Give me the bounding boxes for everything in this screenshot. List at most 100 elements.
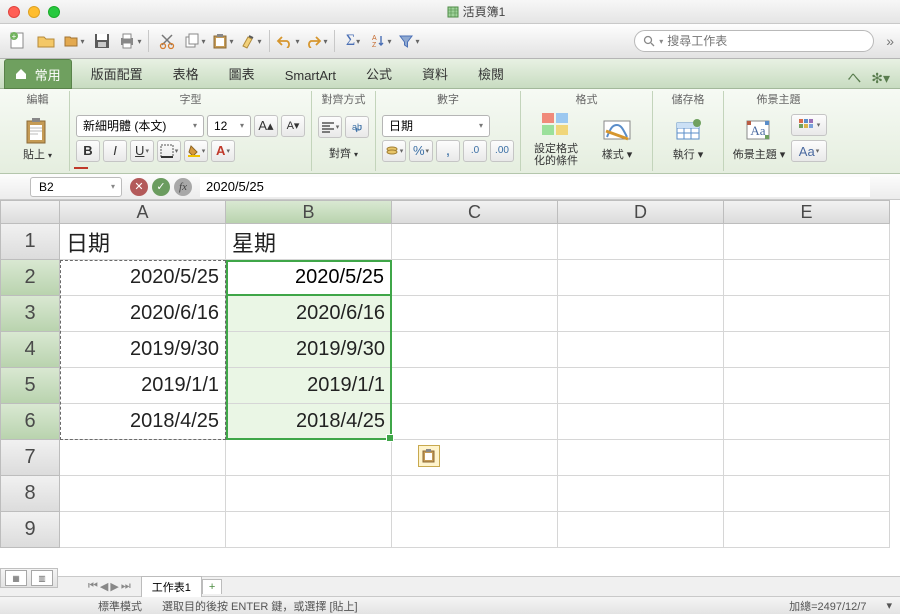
fx-button[interactable]: fx: [174, 178, 192, 196]
decrease-font-button[interactable]: A▾: [281, 115, 305, 137]
comma-button[interactable]: ,: [436, 140, 460, 162]
undo-button[interactable]: [276, 29, 300, 53]
cell-A9[interactable]: [60, 512, 226, 548]
cell-C1[interactable]: [392, 224, 558, 260]
cell-B1[interactable]: 星期: [226, 224, 392, 260]
save-button[interactable]: [90, 29, 114, 53]
italic-button[interactable]: I: [103, 140, 127, 162]
row-header-1[interactable]: 1: [0, 224, 60, 260]
select-all-corner[interactable]: [0, 200, 60, 224]
row-header-8[interactable]: 8: [0, 476, 60, 512]
sheet-nav-first[interactable]: ⏮: [88, 580, 98, 593]
cell-C8[interactable]: [392, 476, 558, 512]
cell-C7[interactable]: [392, 440, 558, 476]
row-header-4[interactable]: 4: [0, 332, 60, 368]
sheet-nav-next[interactable]: ▶: [110, 580, 118, 593]
cell-C4[interactable]: [392, 332, 558, 368]
formula-input[interactable]: [200, 177, 870, 197]
cell-D3[interactable]: [558, 296, 724, 332]
cell-C3[interactable]: [392, 296, 558, 332]
close-window-button[interactable]: [8, 6, 20, 18]
autosum-button[interactable]: Σ: [341, 29, 365, 53]
cell-C2[interactable]: [392, 260, 558, 296]
decrease-decimal-button[interactable]: .00: [490, 140, 514, 162]
sheet-tab-1[interactable]: 工作表1: [141, 576, 202, 597]
normal-view-button[interactable]: ▦: [5, 570, 27, 586]
align-left-button[interactable]: [318, 116, 342, 138]
toolbar-overflow-button[interactable]: »: [886, 33, 894, 49]
styles-button[interactable]: 樣式 ▾: [588, 113, 646, 163]
underline-button[interactable]: U: [130, 140, 154, 162]
tab-layout[interactable]: 版面配置: [76, 57, 158, 89]
cell-D7[interactable]: [558, 440, 724, 476]
tab-smartart[interactable]: SmartArt: [270, 61, 351, 89]
col-header-D[interactable]: D: [558, 200, 724, 224]
col-header-B[interactable]: B: [226, 200, 392, 224]
conditional-format-button[interactable]: 設定格式化的條件: [527, 107, 585, 169]
cell-C9[interactable]: [392, 512, 558, 548]
confirm-edit-button[interactable]: ✓: [152, 178, 170, 196]
themes-button[interactable]: Aa 佈景主題 ▾: [730, 113, 788, 163]
cell-D1[interactable]: [558, 224, 724, 260]
tab-charts[interactable]: 圖表: [214, 57, 270, 89]
fill-color-button[interactable]: [184, 140, 208, 162]
cell-C5[interactable]: [392, 368, 558, 404]
cancel-edit-button[interactable]: ✕: [130, 178, 148, 196]
increase-font-button[interactable]: A▴: [254, 115, 278, 137]
col-header-E[interactable]: E: [724, 200, 890, 224]
cut-button[interactable]: [155, 29, 179, 53]
new-file-button[interactable]: +: [6, 29, 30, 53]
search-box[interactable]: ▾: [634, 30, 874, 52]
row-header-2[interactable]: 2: [0, 260, 60, 296]
ribbon-collapse-button[interactable]: へ: [847, 68, 861, 88]
cell-B2[interactable]: 2020/5/25: [226, 260, 392, 296]
number-format-combo[interactable]: 日期▾: [382, 115, 490, 137]
cell-E9[interactable]: [724, 512, 890, 548]
wrap-text-button[interactable]: ab: [345, 116, 369, 138]
cell-E2[interactable]: [724, 260, 890, 296]
cell-E4[interactable]: [724, 332, 890, 368]
page-layout-view-button[interactable]: ▥: [31, 570, 53, 586]
cell-D2[interactable]: [558, 260, 724, 296]
row-header-6[interactable]: 6: [0, 404, 60, 440]
cell-D6[interactable]: [558, 404, 724, 440]
cell-A7[interactable]: [60, 440, 226, 476]
font-name-combo[interactable]: 新細明體 (本文)▾: [76, 115, 204, 137]
sheet-nav-last[interactable]: ⏭: [121, 580, 131, 593]
minimize-window-button[interactable]: [28, 6, 40, 18]
paste-button[interactable]: [211, 29, 235, 53]
cell-E6[interactable]: [724, 404, 890, 440]
cell-B9[interactable]: [226, 512, 392, 548]
tab-review[interactable]: 檢閱: [463, 57, 519, 89]
tab-home[interactable]: 常用: [4, 59, 72, 89]
name-box[interactable]: B2▾: [30, 177, 122, 197]
filter-button[interactable]: [397, 29, 421, 53]
open-file-button[interactable]: [34, 29, 58, 53]
currency-button[interactable]: [382, 140, 406, 162]
increase-decimal-button[interactable]: .0: [463, 140, 487, 162]
cell-A6[interactable]: 2018/4/25: [60, 404, 226, 440]
format-painter-button[interactable]: [239, 29, 263, 53]
sheet-nav-prev[interactable]: ◀: [100, 580, 108, 593]
copy-button[interactable]: [183, 29, 207, 53]
search-input[interactable]: [667, 34, 865, 48]
theme-fonts-button[interactable]: Aa: [791, 140, 827, 162]
cell-E3[interactable]: [724, 296, 890, 332]
sort-button[interactable]: AZ: [369, 29, 393, 53]
cell-B7[interactable]: [226, 440, 392, 476]
open-recent-button[interactable]: [62, 29, 86, 53]
cell-D9[interactable]: [558, 512, 724, 548]
cell-D4[interactable]: [558, 332, 724, 368]
bold-button[interactable]: B: [76, 140, 100, 162]
cell-E1[interactable]: [724, 224, 890, 260]
print-button[interactable]: [118, 29, 142, 53]
add-sheet-button[interactable]: +: [202, 579, 222, 594]
cell-A3[interactable]: 2020/6/16: [60, 296, 226, 332]
cell-D5[interactable]: [558, 368, 724, 404]
tab-data[interactable]: 資料: [407, 57, 463, 89]
cell-B5[interactable]: 2019/1/1: [226, 368, 392, 404]
cell-E7[interactable]: [724, 440, 890, 476]
cell-E5[interactable]: [724, 368, 890, 404]
cell-D8[interactable]: [558, 476, 724, 512]
cell-A8[interactable]: [60, 476, 226, 512]
